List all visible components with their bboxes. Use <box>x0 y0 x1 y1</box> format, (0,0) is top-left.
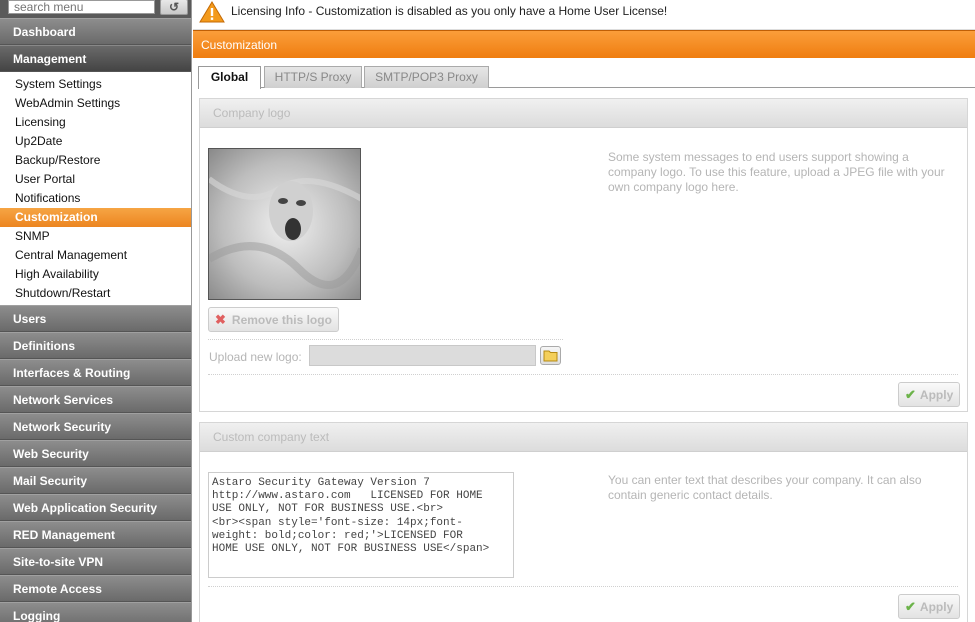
remove-logo-button[interactable]: ✖ Remove this logo <box>208 307 339 332</box>
company-logo-header: Company logo <box>200 99 967 128</box>
folder-icon[interactable] <box>540 346 561 365</box>
sidebar-item-notifications[interactable]: Notifications <box>0 189 191 208</box>
company-text-header: Custom company text <box>200 423 967 452</box>
upload-logo-label: Upload new logo: <box>209 350 302 364</box>
license-info-text: Licensing Info - Customization is disabl… <box>231 4 668 18</box>
company-logo-image <box>208 148 361 300</box>
tab-smtp-pop3-proxy[interactable]: SMTP/POP3 Proxy <box>364 66 489 88</box>
nav-site-to-site-vpn[interactable]: Site-to-site VPN <box>0 548 191 575</box>
tab-global[interactable]: Global <box>198 66 261 89</box>
upload-logo-input[interactable] <box>309 345 536 366</box>
nav-web-application-security[interactable]: Web Application Security <box>0 494 191 521</box>
close-icon: ✖ <box>215 312 226 327</box>
search-input[interactable] <box>8 0 155 14</box>
nav-mail-security[interactable]: Mail Security <box>0 467 191 494</box>
divider <box>208 339 563 340</box>
nav-users[interactable]: Users <box>0 305 191 332</box>
sidebar-item-licensing[interactable]: Licensing <box>0 113 191 132</box>
license-info-bar: Licensing Info - Customization is disabl… <box>193 0 975 30</box>
sidebar-item-high-availability[interactable]: High Availability <box>0 265 191 284</box>
remove-logo-label: Remove this logo <box>231 313 332 327</box>
check-icon: ✔ <box>905 599 916 614</box>
sidebar-item-backup-restore[interactable]: Backup/Restore <box>0 151 191 170</box>
sidebar-item-system-settings[interactable]: System Settings <box>0 75 191 94</box>
apply-text-button[interactable]: ✔ Apply <box>898 594 961 619</box>
page-title: Customization <box>193 30 975 58</box>
tab-https-proxy[interactable]: HTTP/S Proxy <box>264 66 362 88</box>
nav-dashboard[interactable]: Dashboard <box>0 18 191 45</box>
sidebar-item-central-management[interactable]: Central Management <box>0 246 191 265</box>
tab-bar: Global HTTP/S Proxy SMTP/POP3 Proxy <box>198 66 975 89</box>
sidebar-item-webadmin-settings[interactable]: WebAdmin Settings <box>0 94 191 113</box>
refresh-icon[interactable]: ↺ <box>160 0 188 15</box>
company-logo-panel: Company logo ✖ Remove this logo Upload n… <box>199 98 968 412</box>
nav-logging[interactable]: Logging <box>0 602 191 622</box>
nav-remote-access[interactable]: Remote Access <box>0 575 191 602</box>
management-submenu: System Settings WebAdmin Settings Licens… <box>0 72 191 305</box>
nav-management[interactable]: Management <box>0 45 191 72</box>
company-logo-description: Some system messages to end users suppor… <box>608 150 945 194</box>
nav-network-services[interactable]: Network Services <box>0 386 191 413</box>
nav-red-management[interactable]: RED Management <box>0 521 191 548</box>
sidebar-item-up2date[interactable]: Up2Date <box>0 132 191 151</box>
search-bar: ↺ <box>0 0 191 18</box>
company-text-textarea[interactable]: Astaro Security Gateway Version 7 http:/… <box>208 472 514 578</box>
company-text-panel: Custom company text Astaro Security Gate… <box>199 422 968 622</box>
sidebar-item-user-portal[interactable]: User Portal <box>0 170 191 189</box>
warning-icon <box>199 1 225 23</box>
nav-web-security[interactable]: Web Security <box>0 440 191 467</box>
nav-definitions[interactable]: Definitions <box>0 332 191 359</box>
divider <box>208 586 958 587</box>
sidebar-item-customization[interactable]: Customization <box>0 208 191 227</box>
nav-interfaces-routing[interactable]: Interfaces & Routing <box>0 359 191 386</box>
check-icon: ✔ <box>905 387 916 402</box>
apply-logo-button[interactable]: ✔ Apply <box>898 382 961 407</box>
sidebar-item-shutdown-restart[interactable]: Shutdown/Restart <box>0 284 191 303</box>
main-content: Licensing Info - Customization is disabl… <box>193 0 975 622</box>
apply-logo-label: Apply <box>919 388 954 402</box>
nav-network-security[interactable]: Network Security <box>0 413 191 440</box>
sidebar: ↺ Dashboard Management System Settings W… <box>0 0 192 622</box>
sidebar-item-snmp[interactable]: SNMP <box>0 227 191 246</box>
divider <box>208 374 958 375</box>
apply-text-label: Apply <box>919 600 954 614</box>
company-text-description: You can enter text that describes your c… <box>608 473 922 502</box>
